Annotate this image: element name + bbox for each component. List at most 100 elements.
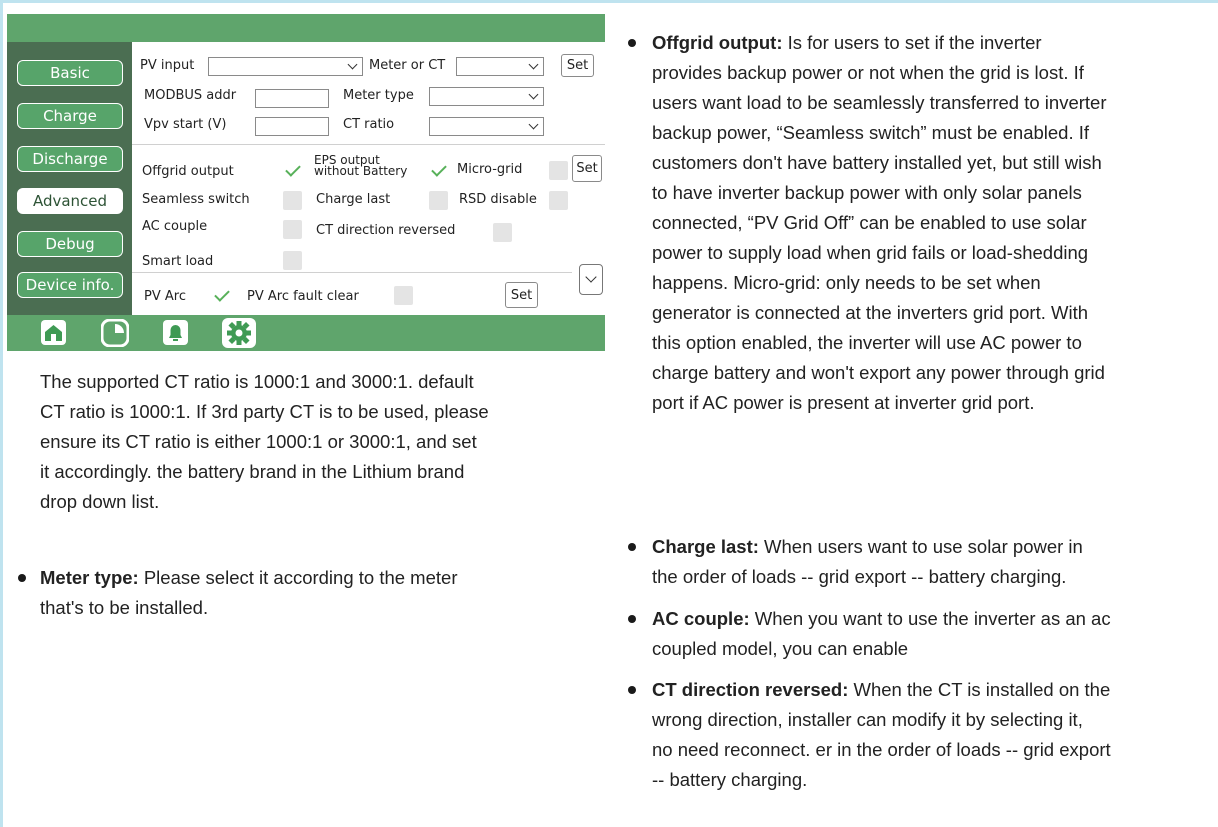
meter-type-bullet: Meter type: Please select it according t… [40,563,457,623]
text-line: that's to be installed. [40,597,209,618]
text-span: Is for users to set if the inverter [782,32,1042,53]
bell-icon[interactable] [162,319,189,350]
ct-ratio-paragraph: The supported CT ratio is 1000:1 and 300… [40,367,489,517]
text-line: connected, “PV Grid Off” can be enabled … [652,212,1087,233]
text-line: wrong direction, installer can modify it… [652,709,1083,730]
text-line: The supported CT ratio is 1000:1 and 300… [40,371,474,392]
sidebar-item-basic[interactable]: Basic [17,60,123,86]
ct-direction-reversed-checkbox[interactable] [493,223,512,242]
sidebar-item-device-info[interactable]: Device info. [17,272,123,298]
set-button-options[interactable]: Set [572,155,602,182]
ct-direction-reversed-label: CT direction reversed [316,223,456,238]
ac-couple-label: AC couple [142,219,208,234]
text-line: happens. Micro-grid: only needs to be se… [652,272,1041,293]
vpv-start-input[interactable] [255,117,329,136]
bullet-dot [18,574,26,582]
chevron-down-icon [347,59,358,70]
eps-output-checkbox[interactable] [429,161,448,180]
divider [132,144,605,145]
sidebar-item-debug[interactable]: Debug [17,231,123,257]
bullet-dot [628,615,636,623]
pv-input-label: PV input [140,58,195,73]
ac-couple-checkbox[interactable] [283,220,302,239]
modbus-addr-input[interactable] [255,89,329,108]
seamless-switch-checkbox[interactable] [283,191,302,210]
text-span: When the CT is installed on the [848,679,1111,700]
micro-grid-label: Micro-grid [457,162,523,177]
bullet-title: AC couple: [652,608,750,629]
text-line: provides backup power or not when the gr… [652,62,1084,83]
ac-couple-bullet: AC couple: When you want to use the inve… [652,604,1111,664]
meter-or-ct-label: Meter or CT [369,58,446,73]
home-icon[interactable] [40,319,67,350]
text-line: Charge last: When users want to use sola… [652,532,1083,562]
divider [132,272,572,273]
pv-arc-fault-clear-checkbox[interactable] [394,286,413,305]
meter-or-ct-select[interactable] [456,57,544,76]
pv-arc-checkbox[interactable] [212,286,231,305]
inverter-settings-panel: Basic Charge Discharge Advanced Debug De… [7,14,605,351]
bullet-dot [628,39,636,47]
gear-icon[interactable] [221,317,257,353]
text-span: When users want to use solar power in [758,536,1083,557]
text-line: drop down list. [40,491,160,512]
text-line: charge battery and won't export any powe… [652,362,1105,383]
seamless-switch-label: Seamless switch [142,192,250,207]
text-line: no need reconnect. er in the order of lo… [652,739,1111,760]
chevron-down-icon [585,271,597,283]
text-line: -- battery charging. [652,769,808,790]
text-line: port if AC power is present at inverter … [652,392,1035,413]
eps-output-label-line2: without Battery [314,164,408,178]
chevron-down-icon [528,89,539,100]
offgrid-output-checkbox[interactable] [283,161,302,180]
sidebar-item-discharge[interactable]: Discharge [17,146,123,172]
bullet-title: CT direction reversed: [652,679,849,700]
text-line: Meter type: Please select it according t… [40,563,457,593]
scroll-down-button[interactable] [579,264,603,295]
charge-last-label: Charge last [316,192,391,207]
pv-input-select[interactable] [208,57,363,76]
ct-direction-bullet: CT direction reversed: When the CT is in… [652,675,1111,795]
offgrid-output-bullet: Offgrid output: Is for users to set if t… [652,28,1107,418]
text-line: ensure its CT ratio is either 1000:1 or … [40,431,477,452]
meter-type-select[interactable] [429,87,544,106]
frame-border-top [0,0,1218,3]
smart-load-checkbox[interactable] [283,251,302,270]
sidebar-item-charge[interactable]: Charge [17,103,123,129]
text-line: to have inverter backup power with only … [652,182,1082,203]
offgrid-output-label: Offgrid output [142,164,234,179]
chevron-down-icon [528,119,539,130]
modbus-addr-label: MODBUS addr [144,88,237,103]
sidebar: Basic Charge Discharge Advanced Debug De… [7,42,132,315]
text-span: Please select it according to the meter [138,567,458,588]
text-line: power to supply load when grid fails or … [652,242,1089,263]
smart-load-label: Smart load [142,254,214,269]
rsd-disable-checkbox[interactable] [549,191,568,210]
micro-grid-checkbox[interactable] [549,161,568,180]
meter-type-label: Meter type [343,88,414,103]
bullet-title: Meter type: [40,567,139,588]
text-line: coupled model, you can enable [652,638,909,659]
text-line: AC couple: When you want to use the inve… [652,604,1111,634]
bullet-dot [628,543,636,551]
pv-arc-label: PV Arc [144,289,186,304]
set-button-top[interactable]: Set [561,54,594,77]
text-line: this option enabled, the inverter will u… [652,332,1082,353]
charge-last-bullet: Charge last: When users want to use sola… [652,532,1083,592]
text-line: CT direction reversed: When the CT is in… [652,675,1111,705]
text-span: When you want to use the inverter as an … [749,608,1111,629]
sidebar-item-advanced[interactable]: Advanced [17,188,123,214]
text-line: generator is connected at the inverters … [652,302,1088,323]
charge-last-checkbox[interactable] [429,191,448,210]
text-line: CT ratio is 1000:1. If 3rd party CT is t… [40,401,489,422]
pie-chart-icon[interactable] [100,318,130,351]
ct-ratio-select[interactable] [429,117,544,136]
text-line: users want load to be seamlessly transfe… [652,92,1107,113]
bullet-dot [628,686,636,694]
top-bar [7,14,605,42]
bullet-title: Offgrid output: [652,32,783,53]
text-line: it accordingly. the battery brand in the… [40,461,465,482]
set-button-pv-arc[interactable]: Set [505,282,538,308]
text-line: customers don't have battery installed y… [652,152,1102,173]
chevron-down-icon [528,59,539,70]
